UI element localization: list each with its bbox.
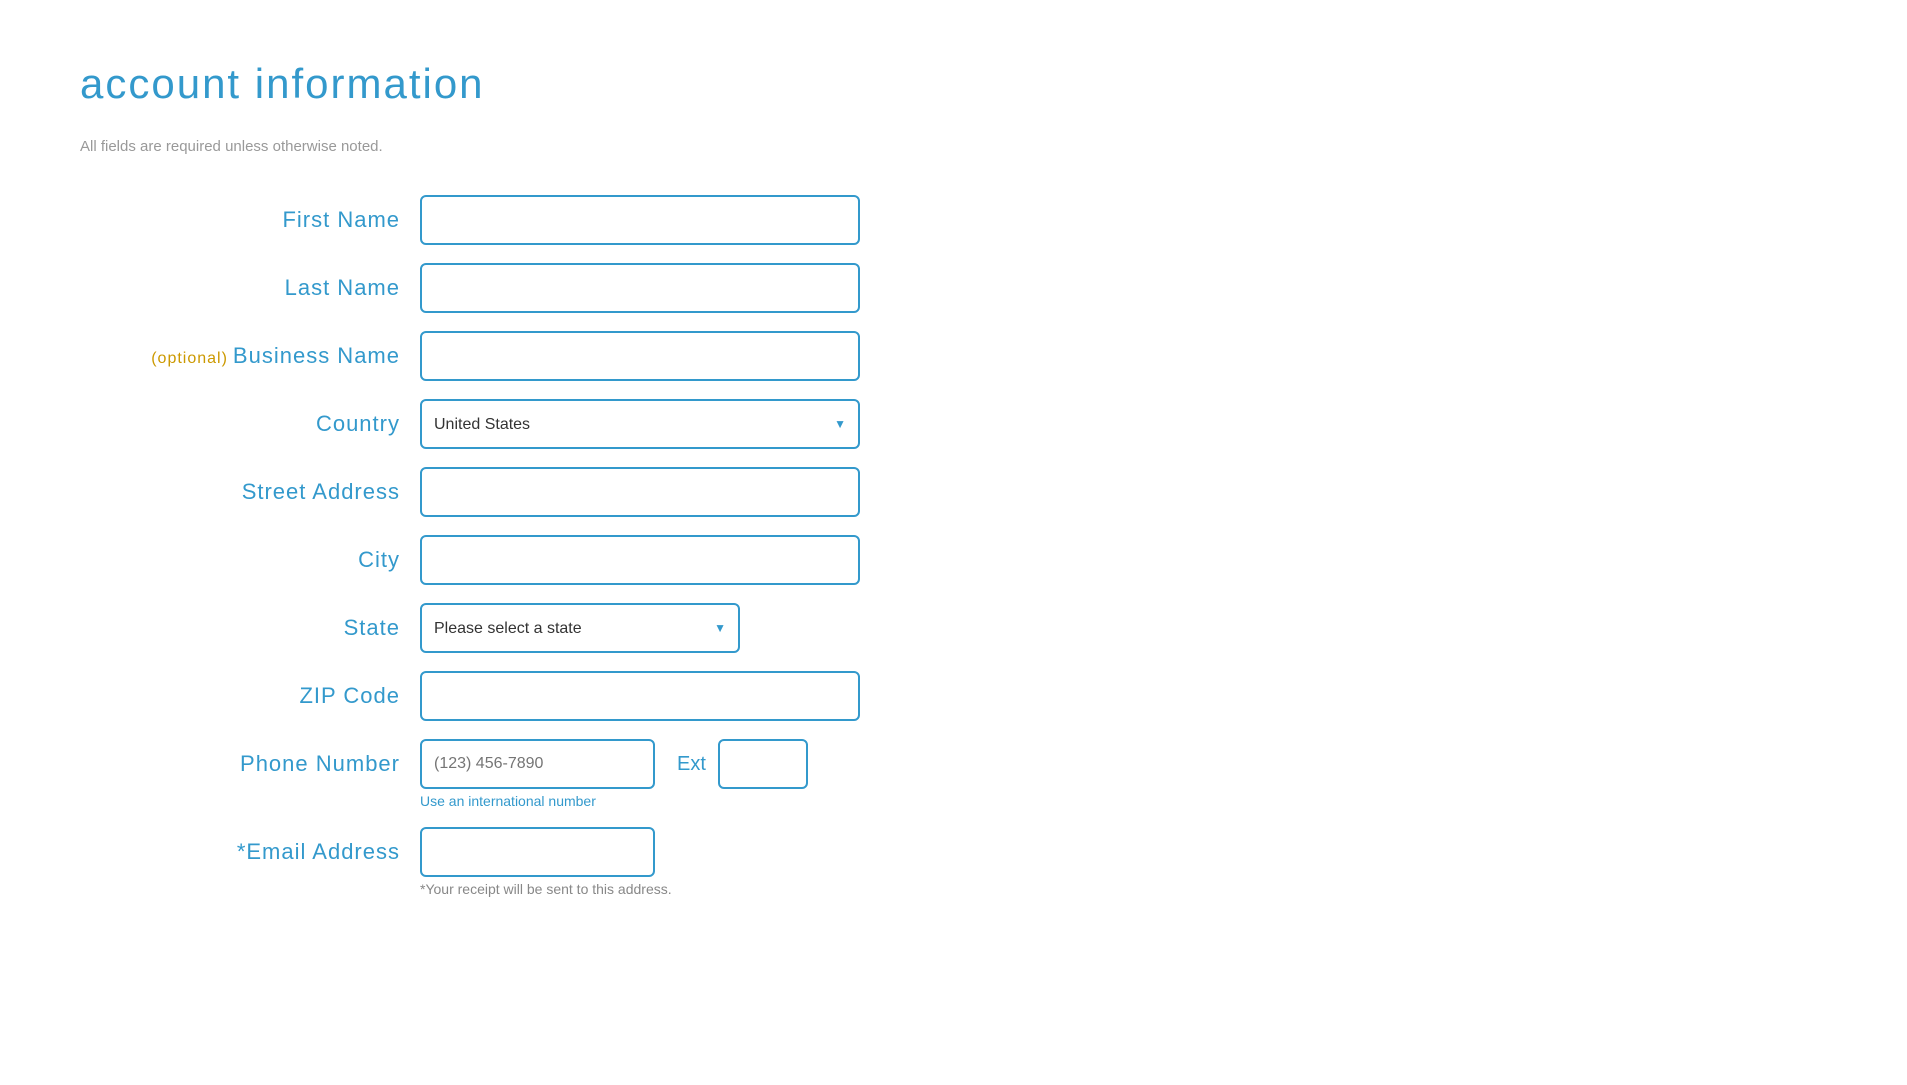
city-label: City [80, 547, 420, 573]
city-input[interactable] [420, 535, 860, 585]
email-address-label: *Email Address [80, 839, 420, 865]
phone-fields-group: Ext [420, 739, 808, 789]
email-address-input[interactable] [420, 827, 655, 877]
last-name-label: Last Name [80, 275, 420, 301]
city-row: City [80, 535, 1080, 585]
first-name-label: First Name [80, 207, 420, 233]
state-label: State [80, 615, 420, 641]
optional-tag: (optional) [151, 350, 228, 367]
country-select-wrapper: United States Canada United Kingdom Aust… [420, 399, 860, 449]
street-address-input[interactable] [420, 467, 860, 517]
form-subtitle: All fields are required unless otherwise… [80, 138, 1827, 155]
account-form: First Name Last Name (optional)Business … [80, 195, 1080, 897]
phone-number-label: Phone Number [80, 751, 420, 777]
phone-number-input[interactable] [420, 739, 655, 789]
ext-label: Ext [677, 753, 706, 776]
last-name-input[interactable] [420, 263, 860, 313]
country-label: Country [80, 411, 420, 437]
first-name-input[interactable] [420, 195, 860, 245]
phone-number-row: Phone Number Ext Use an international nu… [80, 739, 1080, 809]
first-name-field [420, 195, 860, 245]
email-receipt-hint: *Your receipt will be sent to this addre… [420, 881, 672, 897]
country-row: Country United States Canada United King… [80, 399, 1080, 449]
last-name-row: Last Name [80, 263, 1080, 313]
phone-input-wrapper [420, 739, 655, 789]
ext-input-wrapper [718, 739, 808, 789]
last-name-field [420, 263, 860, 313]
first-name-row: First Name [80, 195, 1080, 245]
email-address-row: *Email Address *Your receipt will be sen… [80, 827, 1080, 897]
zip-code-label: ZIP Code [80, 683, 420, 709]
state-select[interactable]: Please select a state Alabama Alaska Ari… [420, 603, 740, 653]
phone-hint: Use an international number [420, 793, 596, 809]
street-address-field [420, 467, 860, 517]
business-name-row: (optional)Business Name [80, 331, 1080, 381]
email-address-field [420, 827, 655, 877]
page-title: account information [80, 60, 1827, 108]
street-address-label: Street Address [80, 479, 420, 505]
zip-code-input[interactable] [420, 671, 860, 721]
zip-code-row: ZIP Code [80, 671, 1080, 721]
city-field [420, 535, 860, 585]
ext-input[interactable] [718, 739, 808, 789]
state-select-wrapper: Please select a state Alabama Alaska Ari… [420, 603, 740, 653]
state-row: State Please select a state Alabama Alas… [80, 603, 1080, 653]
country-select[interactable]: United States Canada United Kingdom Aust… [420, 399, 860, 449]
business-name-input[interactable] [420, 331, 860, 381]
street-address-row: Street Address [80, 467, 1080, 517]
business-name-field [420, 331, 860, 381]
zip-code-field [420, 671, 860, 721]
business-name-label: (optional)Business Name [80, 343, 420, 369]
